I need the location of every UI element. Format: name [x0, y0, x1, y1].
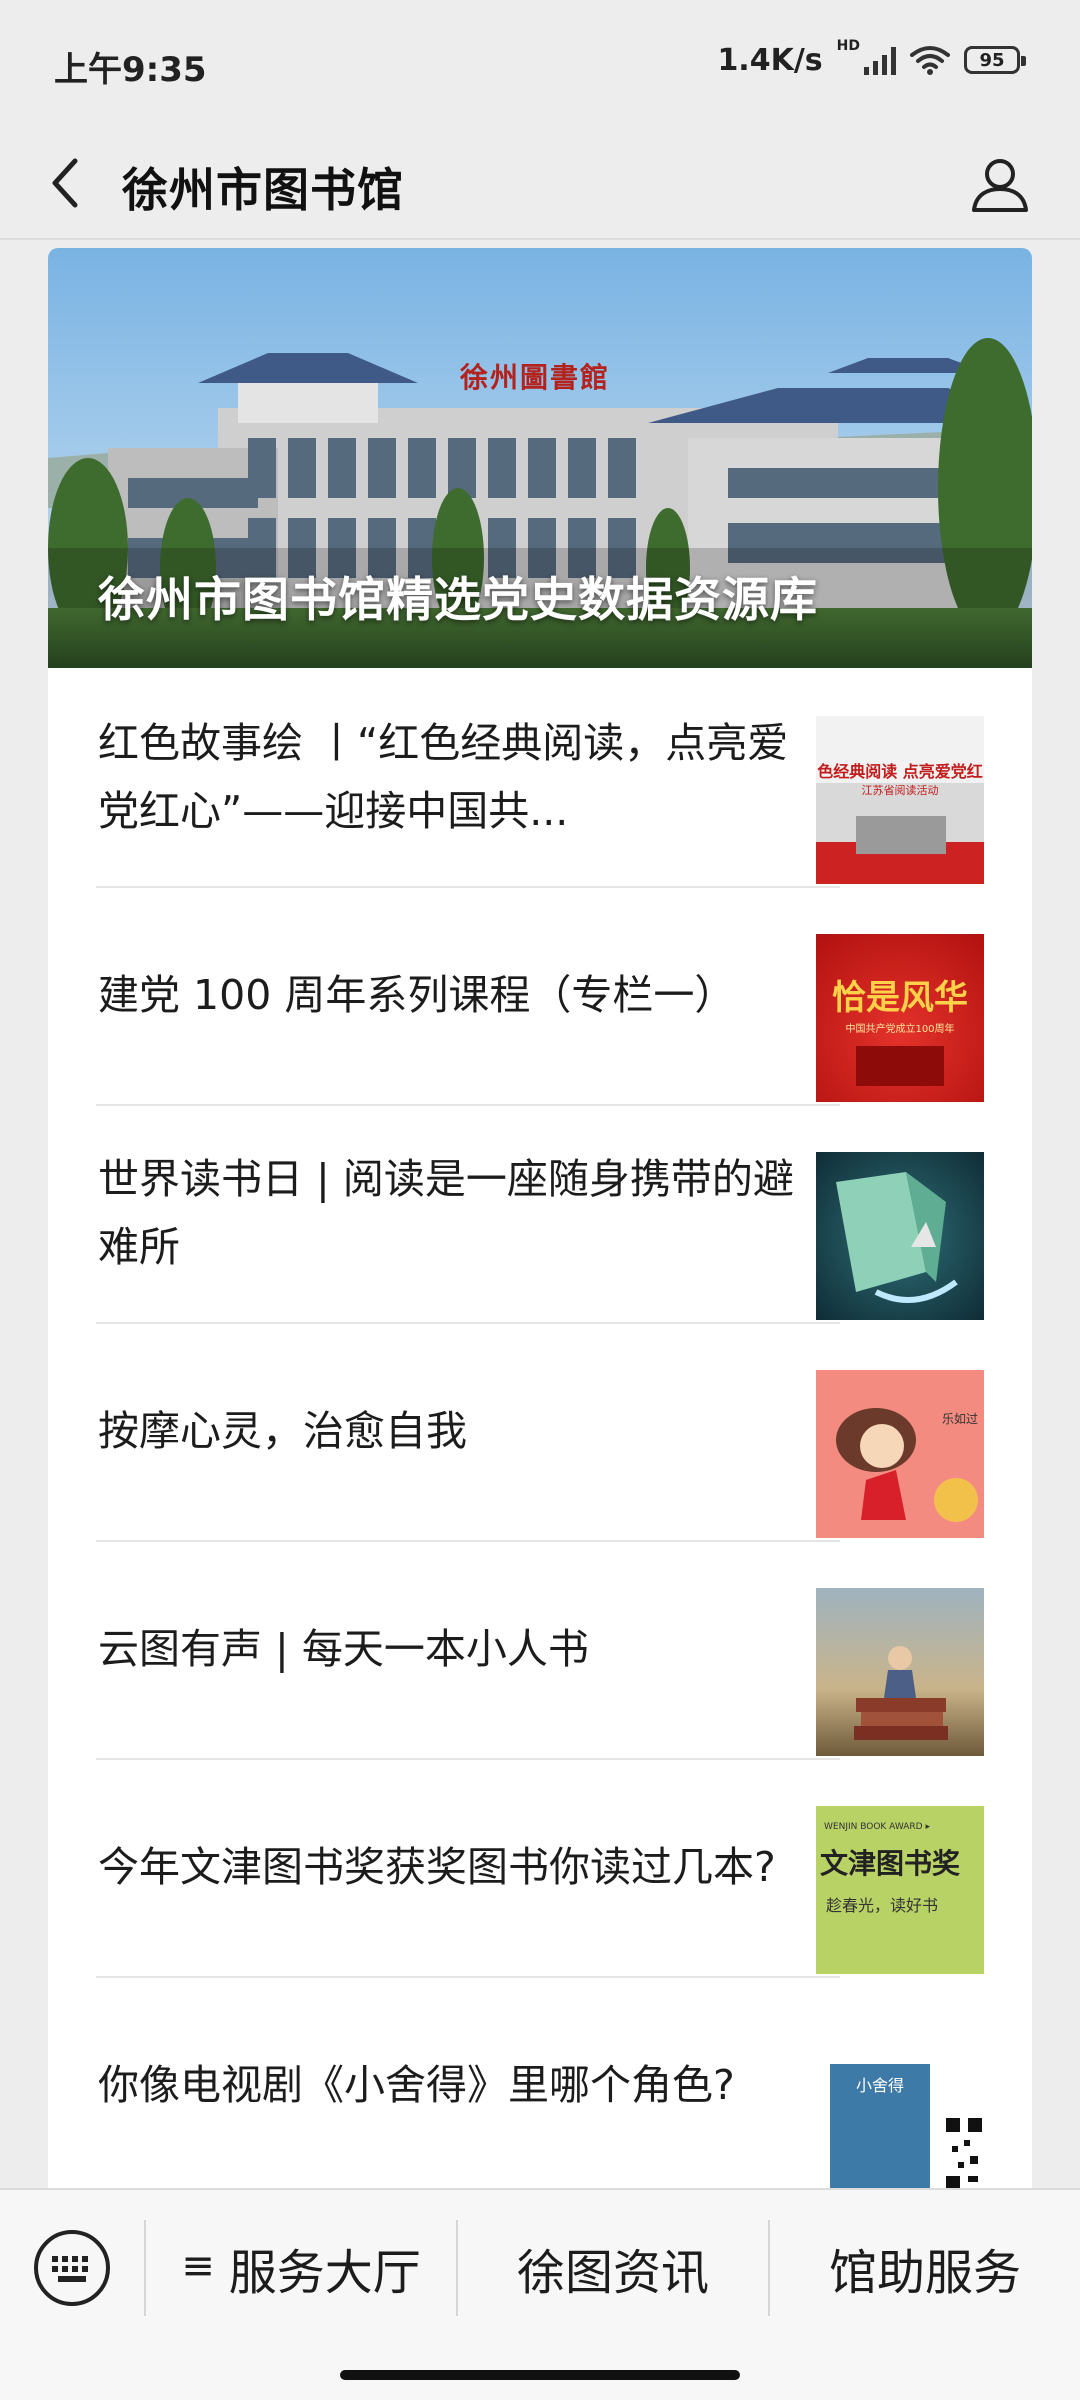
thumb-title: 恰是风华	[832, 978, 968, 1018]
wifi-icon	[910, 46, 950, 75]
menu-label: 徐图资讯	[516, 2245, 709, 2301]
thumb-subtitle: 江苏省阅读活动	[861, 784, 939, 797]
qr-code-icon	[944, 2116, 984, 2188]
article-title: 建党 100 周年系列课程（专栏一）	[98, 971, 736, 1019]
thumb-subtitle: 趁春光，读好书	[826, 1896, 939, 1915]
list-item[interactable]: 按摩心灵，治愈自我 乐如过	[48, 1322, 1032, 1542]
menu-library-services[interactable]: 馆助服务	[770, 2226, 1080, 2310]
signal-icon	[864, 45, 896, 75]
status-time: 上午9:35	[54, 50, 207, 90]
list-item[interactable]: 世界读书日 | 阅读是一座随身携带的避难所	[48, 1104, 1032, 1324]
hero-banner[interactable]: 徐州圖書館 徐州市图书馆精选党史数据资源库	[48, 248, 1032, 668]
list-item[interactable]: 你像电视剧《小舍得》里哪个角色? 小舍得	[48, 1976, 1032, 2188]
menu-list-icon: ≡	[181, 2243, 215, 2289]
menu-service-hall[interactable]: ≡ 服务大厅	[146, 2226, 456, 2310]
list-item[interactable]: 红色故事绘 丨“红色经典阅读，点亮爱党红心”——迎接中国共... 色经典阅读 点…	[48, 668, 1032, 888]
wenjin-book-award-image: WENJIN BOOK AWARD ▸ 文津图书奖 趁春光，读好书	[816, 1806, 984, 1974]
network-type: HD	[836, 38, 860, 54]
article-title: 今年文津图书奖获奖图书你读过几本?	[98, 1843, 776, 1891]
thumb-eyebrow: WENJIN BOOK AWARD ▸	[824, 1822, 930, 1832]
network-speed: 1.4K/s	[717, 42, 823, 78]
article-title: 你像电视剧《小舍得》里哪个角色?	[98, 2061, 735, 2109]
thumb-title: 乐如过	[941, 1412, 978, 1426]
status-bar: 上午9:35 1.4K/s HD 95	[0, 0, 1080, 126]
article-title: 世界读书日 | 阅读是一座随身携带的避难所	[98, 1155, 794, 1271]
hero-title: 徐州市图书馆精选党史数据资源库	[98, 573, 818, 628]
open-book-ship-image	[816, 1152, 984, 1320]
battery-level: 95	[979, 49, 1005, 71]
header-divider	[0, 238, 1080, 240]
article-card: 徐州圖書館 徐州市图书馆精选党史数据资源库 红色故事绘 丨“红色经典阅读，点亮爱…	[48, 248, 1032, 2188]
user-icon	[972, 159, 1028, 212]
back-button[interactable]	[30, 146, 100, 220]
thumb-title: 文津图书奖	[820, 1847, 961, 1880]
list-item[interactable]: 建党 100 周年系列课程（专栏一） 恰是风华 中国共产党成立100周年	[48, 886, 1032, 1106]
library-sign-text: 徐州圖書館	[460, 361, 611, 394]
battery-icon: 95	[964, 46, 1026, 74]
list-item[interactable]: 云图有声 | 每天一本小人书	[48, 1540, 1032, 1760]
xiaoshede-poster-qr-image: 小舍得	[816, 2024, 984, 2188]
cartoon-illustration-image: 乐如过	[816, 1370, 984, 1538]
thumb-title: 色经典阅读 点亮爱党红	[817, 762, 983, 781]
menu-label: 服务大厅	[228, 2245, 421, 2301]
party-centenary-image: 恰是风华 中国共产党成立100周年	[816, 934, 984, 1102]
chevron-left-icon	[52, 158, 78, 208]
article-list: 红色故事绘 丨“红色经典阅读，点亮爱党红心”——迎接中国共... 色经典阅读 点…	[48, 668, 1032, 2188]
thumb-subtitle: 中国共产党成立100周年	[845, 1024, 955, 1035]
header: 徐州市图书馆	[0, 126, 1080, 240]
keyboard-icon	[34, 2230, 110, 2306]
list-item[interactable]: 今年文津图书奖获奖图书你读过几本? WENJIN BOOK AWARD ▸ 文津…	[48, 1758, 1032, 1978]
menu-news[interactable]: 徐图资讯	[458, 2226, 768, 2310]
profile-button[interactable]	[950, 134, 1050, 234]
article-title: 按摩心灵，治愈自我	[98, 1407, 467, 1455]
status-indicators: 1.4K/s HD 95	[717, 38, 1026, 80]
red-classic-reading-image: 色经典阅读 点亮爱党红 江苏省阅读活动	[816, 716, 984, 884]
thumb-title: 小舍得	[855, 2076, 904, 2095]
article-title: 云图有声 | 每天一本小人书	[98, 1625, 589, 1673]
menu-label: 馆助服务	[828, 2245, 1021, 2301]
keyboard-toggle-button[interactable]	[30, 2226, 114, 2310]
page-title: 徐州市图书馆	[122, 163, 404, 217]
bottom-menu-bar: ≡ 服务大厅 徐图资讯 馆助服务	[0, 2188, 1080, 2400]
home-indicator[interactable]	[340, 2370, 740, 2380]
girl-on-books-image	[816, 1588, 984, 1756]
article-title: 红色故事绘 丨“红色经典阅读，点亮爱党红心”——迎接中国共...	[98, 719, 789, 835]
